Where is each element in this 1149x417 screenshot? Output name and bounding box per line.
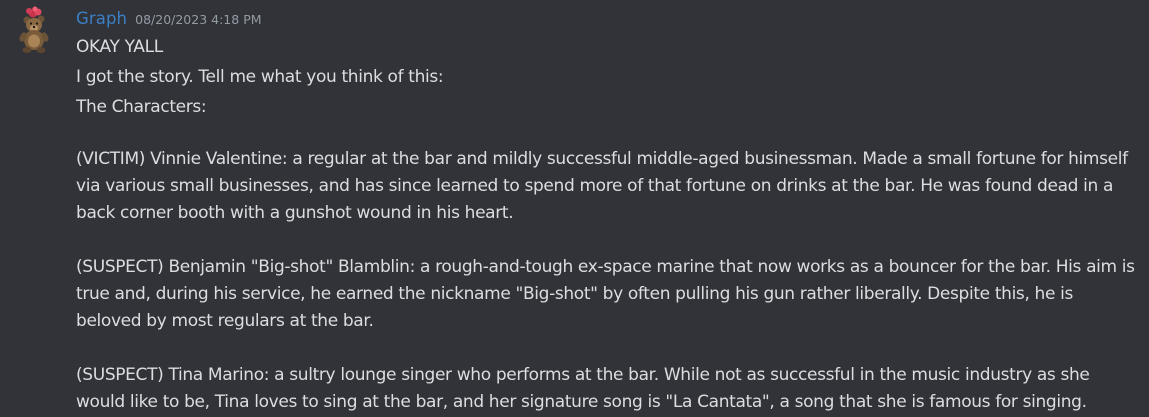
message-line: OKAY YALL bbox=[76, 37, 163, 57]
chat-message: Graph 08/20/2023 4:18 PM OKAY YALL I got… bbox=[0, 0, 1149, 417]
victim-paragraph: (VICTIM) Vinnie Valentine: a regular at … bbox=[76, 149, 1128, 223]
suspect-paragraph: (SUSPECT) Benjamin "Big-shot" Blamblin: … bbox=[76, 257, 1135, 331]
message-line: I got the story. Tell me what you think … bbox=[76, 67, 444, 87]
message-content: OKAY YALL I got the story. Tell me what … bbox=[76, 35, 1138, 416]
suspect-paragraph: (SUSPECT) Tina Marino: a sultry lounge s… bbox=[76, 365, 1090, 412]
message-header: Graph 08/20/2023 4:18 PM bbox=[76, 9, 262, 31]
message-line: The Characters: bbox=[76, 97, 207, 117]
avatar[interactable] bbox=[12, 6, 52, 56]
bear-with-red-flower-avatar-icon bbox=[19, 6, 49, 53]
username[interactable]: Graph bbox=[76, 9, 127, 28]
timestamp[interactable]: 08/20/2023 4:18 PM bbox=[135, 12, 261, 27]
